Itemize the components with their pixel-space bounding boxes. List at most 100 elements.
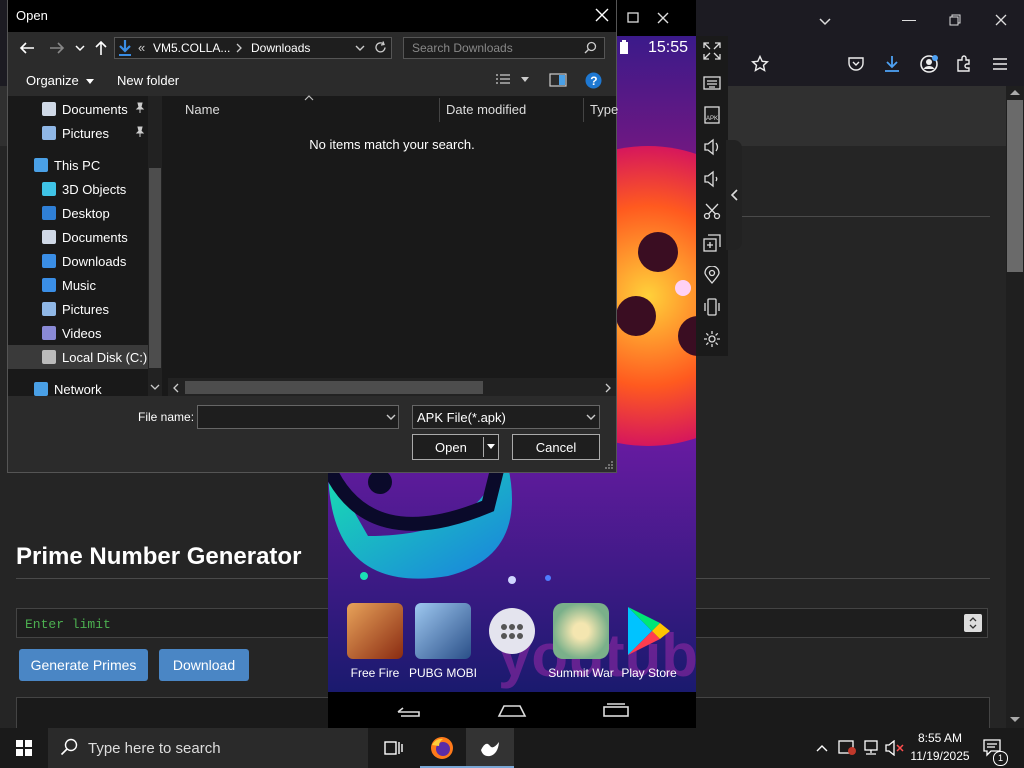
nav-item-3d-objects[interactable]: 3D Objects (8, 177, 148, 201)
nav-item-documents[interactable]: Documents (8, 97, 148, 121)
help-icon[interactable]: ? (585, 72, 602, 89)
page-title: Prime Number Generator (16, 543, 302, 570)
column-header-date[interactable]: Date modified (446, 102, 526, 117)
breadcrumb-vm5[interactable]: VM5.COLLA... (153, 41, 230, 55)
nav-item-label: Pictures (62, 302, 109, 317)
file-type-select[interactable]: APK File(*.apk) (412, 405, 600, 429)
back-nav-icon[interactable] (395, 702, 423, 718)
close-browser-button[interactable] (995, 14, 1007, 26)
nav-item-pictures[interactable]: Pictures (8, 297, 148, 321)
bookmark-star-icon[interactable] (751, 55, 769, 73)
tray-overflow-chevron-icon[interactable] (816, 743, 828, 753)
clock-date[interactable]: 11/19/2025 (908, 749, 972, 763)
play-store-icon[interactable] (624, 603, 674, 659)
volume-muted-icon[interactable] (885, 740, 905, 756)
file-name-dropdown-icon[interactable] (386, 412, 396, 422)
app-icon-pubg[interactable] (415, 603, 471, 659)
recents-nav-icon[interactable] (602, 702, 630, 718)
nav-scrollbar-thumb[interactable] (149, 168, 161, 368)
restore-button[interactable] (949, 14, 961, 26)
status-clock: 15:55 (648, 39, 689, 56)
nav-item-desktop[interactable]: Desktop (8, 201, 148, 225)
emulator-maximize-button[interactable] (627, 12, 639, 24)
preview-pane-icon[interactable] (549, 73, 567, 87)
file-name-input[interactable] (197, 405, 399, 429)
app-label: Summit War (548, 666, 614, 680)
app-label: Free Fire (350, 666, 400, 680)
downloads-icon[interactable] (882, 54, 902, 74)
hscroll-left-icon[interactable] (172, 383, 180, 393)
nav-item-label: Videos (62, 326, 102, 341)
dialog-close-button[interactable] (595, 8, 609, 22)
file-type-dropdown-icon[interactable] (586, 412, 596, 422)
task-view-icon[interactable] (381, 736, 405, 760)
tray-app-icon[interactable] (838, 740, 856, 756)
clock-time[interactable]: 8:55 AM (915, 731, 965, 745)
nav-item-downloads[interactable]: Downloads (8, 249, 148, 273)
firefox-icon[interactable] (430, 736, 454, 760)
nav-item-this-pc[interactable]: This PC (8, 153, 148, 177)
resize-grip-icon[interactable] (604, 460, 614, 470)
account-icon[interactable] (919, 54, 939, 74)
volume-down-icon[interactable] (703, 170, 721, 188)
app-icon-summit-war[interactable] (553, 603, 609, 659)
app-drawer-icon[interactable] (489, 608, 535, 654)
home-nav-icon[interactable] (497, 702, 527, 718)
hscroll-right-icon[interactable] (604, 383, 612, 393)
menu-icon[interactable] (992, 57, 1008, 71)
tab-list-chevron-icon[interactable] (818, 14, 832, 28)
nav-item-documents[interactable]: Documents (8, 225, 148, 249)
screenshot-scissors-icon[interactable] (703, 202, 721, 220)
nav-item-music[interactable]: Music (8, 273, 148, 297)
pocket-icon[interactable] (847, 55, 865, 73)
fullscreen-icon[interactable] (703, 42, 721, 60)
scroll-up-arrow-icon[interactable] (1009, 88, 1021, 96)
multi-instance-icon[interactable] (703, 234, 721, 252)
network-icon[interactable] (862, 740, 880, 756)
nav-item-local-disk-c[interactable]: Local Disk (C:) (8, 345, 148, 369)
download-button[interactable]: Download (159, 649, 249, 681)
emulator-close-button[interactable] (657, 12, 669, 24)
column-header-type[interactable]: Type (590, 102, 618, 117)
recent-locations-chevron-icon[interactable] (75, 43, 85, 53)
file-list-hscrollbar-thumb[interactable] (185, 381, 483, 394)
nav-item-pictures[interactable]: Pictures (8, 121, 148, 145)
cancel-button[interactable]: Cancel (512, 434, 600, 460)
toolbar-collapse-tab[interactable] (726, 140, 742, 250)
search-icon[interactable] (584, 41, 597, 54)
address-dropdown-chevron-icon[interactable] (355, 43, 365, 53)
generate-primes-button[interactable]: Generate Primes (19, 649, 148, 681)
minimize-button[interactable] (902, 20, 916, 21)
install-apk-icon[interactable]: APK (703, 106, 721, 124)
download-folder-icon (117, 39, 133, 57)
forward-arrow-icon[interactable] (49, 40, 65, 56)
column-header-name[interactable]: Name (185, 102, 220, 117)
app-icon-free-fire[interactable] (347, 603, 403, 659)
nav-item-videos[interactable]: Videos (8, 321, 148, 345)
new-folder-button[interactable]: New folder (117, 73, 179, 88)
breadcrumb-overflow[interactable]: « (138, 40, 145, 55)
open-dropdown-arrow-icon[interactable] (486, 443, 496, 451)
column-divider[interactable] (583, 98, 584, 122)
back-arrow-icon[interactable] (19, 40, 35, 56)
view-options-icon[interactable] (495, 73, 531, 87)
page-scrollbar-thumb[interactable] (1007, 100, 1023, 272)
scroll-down-arrow-icon[interactable] (1009, 716, 1021, 724)
column-divider[interactable] (439, 98, 440, 122)
refresh-icon[interactable] (374, 41, 387, 54)
music-icon (42, 278, 56, 292)
shake-icon[interactable] (703, 298, 721, 316)
extensions-icon[interactable] (955, 55, 973, 73)
nav-item-network[interactable]: Network (8, 377, 148, 401)
organize-button[interactable]: Organize (26, 73, 95, 88)
nav-scroll-down-icon[interactable] (150, 383, 160, 391)
emulator-app-icon[interactable] (478, 736, 502, 760)
location-icon[interactable] (703, 266, 721, 284)
settings-gear-icon[interactable] (703, 330, 721, 348)
volume-up-icon[interactable] (703, 138, 721, 156)
keyboard-icon[interactable] (703, 74, 721, 92)
breadcrumb-downloads[interactable]: Downloads (251, 41, 310, 55)
up-arrow-icon[interactable] (93, 40, 109, 56)
start-windows-icon[interactable] (16, 740, 32, 756)
quantity-stepper[interactable] (964, 614, 982, 632)
